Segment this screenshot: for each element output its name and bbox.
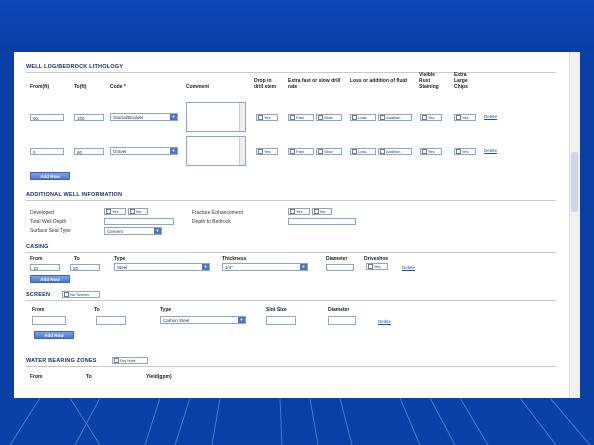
screen-slot-size-input[interactable] [266, 316, 296, 325]
chevron-down-icon: ▼ [154, 228, 161, 234]
developed-no-checkbox[interactable]: No [128, 208, 148, 215]
row2-to-input[interactable]: 60 [74, 148, 104, 155]
water-col-to: To [86, 374, 92, 380]
row1-chips-yes-checkbox[interactable]: Yes [454, 114, 476, 121]
water-col-from: From [30, 374, 43, 380]
chevron-down-icon: ▼ [300, 264, 307, 270]
developed-yes-checkbox[interactable]: Yes [104, 208, 126, 215]
row2-delete-link[interactable]: Delete [484, 148, 497, 153]
col-extra-fast-slow: Extra fast or slow drill rate [288, 78, 341, 90]
screen-col-to: To [94, 307, 100, 313]
casing-driveshoe-checkbox[interactable]: Yes [366, 263, 388, 270]
row2-addition-checkbox[interactable]: Addition [378, 148, 412, 155]
chevron-down-icon: ▼ [170, 114, 177, 120]
row1-comment-textarea[interactable] [186, 102, 246, 132]
screen-col-slot-size: Slot Size [266, 307, 287, 313]
fracture-enhancement-label: Fracture Enhancement [192, 210, 243, 216]
surface-seal-select[interactable]: Cement ▼ [104, 227, 162, 235]
screen-to-input[interactable] [96, 316, 126, 325]
dry-hole-checkbox[interactable]: Dry Hole [112, 357, 148, 364]
casing-section-title: CASING [26, 244, 556, 253]
col-from-ft: From(ft) [30, 84, 50, 90]
casing-diameter-input[interactable] [326, 264, 354, 271]
casing-thickness-select[interactable]: 1/4" ▼ [222, 263, 308, 271]
water-section-title: WATER BEARING ZONES [26, 358, 556, 367]
developed-label: Developed [30, 210, 54, 216]
col-visible-rust: Visible Rust Staining [419, 72, 439, 90]
casing-col-from: From [30, 256, 43, 262]
screen-col-diameter: Diameter [328, 307, 350, 313]
col-to-ft: To(ft) [74, 84, 87, 90]
textarea-scrollbar[interactable] [239, 103, 245, 131]
row2-comment-textarea[interactable] [186, 136, 246, 166]
add-row-button-screen[interactable]: Add Row [34, 331, 74, 339]
casing-col-driveshoe: Driveshoe [364, 256, 389, 262]
row2-fast-checkbox[interactable]: Fast [288, 148, 314, 155]
form-content: WELL LOG/BEDROCK LITHOLOGY From(ft) To(f… [14, 52, 570, 398]
row1-rust-yes-checkbox[interactable]: Yes [420, 114, 442, 121]
decorative-rays [9, 398, 591, 445]
casing-type-select[interactable]: Steel ▼ [114, 263, 210, 271]
row1-fast-checkbox[interactable]: Fast [288, 114, 314, 121]
row1-loss-checkbox[interactable]: Loss [350, 114, 376, 121]
row1-drop-yes-checkbox[interactable]: Yes [256, 114, 278, 121]
scrollbar-thumb[interactable] [571, 152, 578, 212]
row1-addition-checkbox[interactable]: Addition [378, 114, 412, 121]
col-extra-large-chips: Extra Large Chips [454, 72, 468, 90]
row1-slow-checkbox[interactable]: Slow [316, 114, 342, 121]
total-well-depth-label: Total Well Depth [30, 219, 67, 225]
row2-from-input[interactable]: 0 [30, 148, 64, 155]
depth-bedrock-input[interactable] [288, 218, 356, 225]
row1-to-input[interactable]: 100 [74, 114, 104, 121]
vertical-scrollbar[interactable] [569, 52, 580, 398]
total-well-depth-input[interactable] [104, 218, 174, 225]
additional-section-title: ADDITIONAL WELL INFORMATION [26, 192, 556, 201]
casing-col-diameter: Diameter [326, 256, 348, 262]
textarea-scrollbar[interactable] [239, 137, 245, 165]
add-row-button-casing[interactable]: Add Row [30, 275, 70, 283]
chevron-down-icon: ▼ [202, 264, 209, 270]
row1-from-input[interactable]: 60 [30, 114, 64, 121]
casing-to-input[interactable]: 20 [70, 264, 100, 271]
row2-code-select[interactable]: Gravel ▼ [110, 147, 178, 155]
row1-code-select[interactable]: Glacial/Boulder ▼ [110, 113, 178, 121]
form-panel: WELL LOG/BEDROCK LITHOLOGY From(ft) To(f… [14, 52, 580, 398]
casing-delete-link[interactable]: Delete [402, 265, 415, 270]
casing-col-type: Type [114, 256, 126, 262]
screen-col-type: Type [160, 307, 172, 313]
screen-from-input[interactable] [32, 316, 66, 325]
water-col-yield: Yield(gpm) [146, 374, 172, 380]
fracture-no-checkbox[interactable]: No [312, 208, 332, 215]
row2-chips-yes-checkbox[interactable]: Yes [454, 148, 476, 155]
depth-bedrock-label: Depth to Bedrock [192, 219, 231, 225]
casing-from-input[interactable]: 10 [30, 264, 60, 271]
fracture-yes-checkbox[interactable]: Yes [288, 208, 310, 215]
slide-footer-band [0, 398, 594, 445]
col-drop-drill-stem: Drop in drill stem [254, 78, 277, 90]
row1-delete-link[interactable]: Delete [484, 114, 497, 119]
col-comment: Comment [186, 84, 210, 90]
screen-type-select[interactable]: Carbon Steel ▼ [160, 316, 246, 324]
row2-code-value: Gravel [113, 149, 127, 154]
row2-rust-yes-checkbox[interactable]: Yes [420, 148, 442, 155]
col-code: Code * [110, 84, 126, 90]
row2-drop-yes-checkbox[interactable]: Yes [256, 148, 278, 155]
row2-slow-checkbox[interactable]: Slow [316, 148, 342, 155]
col-loss-addition-fluid: Loss or addition of fluid [350, 78, 407, 84]
screen-diameter-input[interactable] [328, 316, 356, 325]
screen-section-title: SCREEN [26, 292, 556, 301]
screen-delete-link[interactable]: Delete [378, 319, 391, 324]
chevron-down-icon: ▼ [170, 148, 177, 154]
casing-col-to: To [74, 256, 80, 262]
surface-seal-type-label: Surface Seal Type [30, 228, 71, 234]
casing-col-thickness: Thickness [222, 256, 247, 262]
add-row-button-well-log[interactable]: Add Row [30, 172, 70, 180]
chevron-down-icon: ▼ [238, 317, 245, 323]
screen-col-from: From [32, 307, 45, 313]
row2-loss-checkbox[interactable]: Loss [350, 148, 376, 155]
no-screen-checkbox[interactable]: No Screen [62, 291, 100, 298]
slide-header-band [0, 0, 594, 52]
row1-code-value: Glacial/Boulder [113, 115, 144, 120]
